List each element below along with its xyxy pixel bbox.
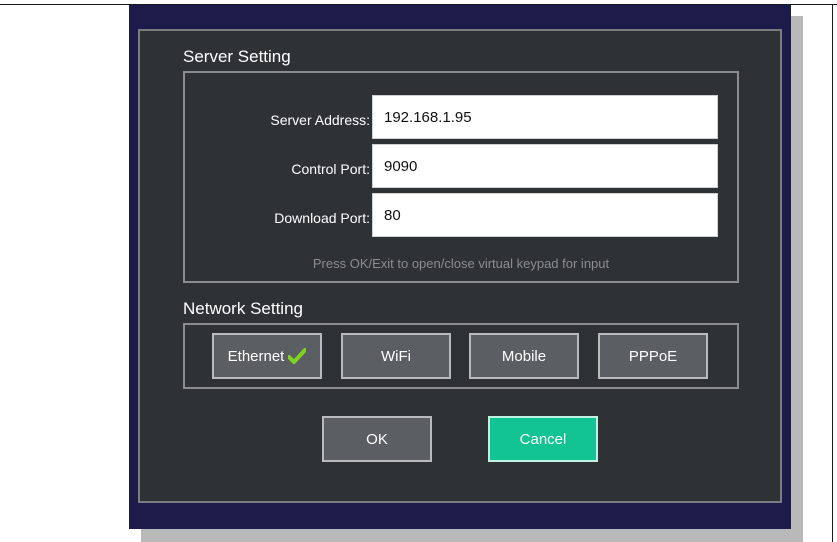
cancel-label: Cancel	[519, 430, 567, 448]
ok-label: OK	[366, 430, 388, 448]
network-setting-title: Network Setting	[183, 299, 303, 318]
pppoe-button[interactable]: PPPoE	[598, 333, 708, 379]
control-port-input[interactable]: 9090	[372, 144, 718, 188]
ok-button[interactable]: OK	[322, 416, 432, 462]
server-address-input[interactable]: 192.168.1.95	[372, 95, 718, 139]
settings-dialog: Server Setting Server Address: 192.168.1…	[129, 5, 791, 529]
right-divider	[832, 4, 833, 542]
settings-panel: Server Setting Server Address: 192.168.1…	[138, 29, 782, 503]
server-setting-title: Server Setting	[183, 47, 291, 66]
keypad-hint: Press OK/Exit to open/close virtual keyp…	[312, 256, 610, 271]
check-icon	[287, 348, 308, 364]
download-port-label: Download Port:	[274, 210, 370, 226]
download-port-input[interactable]: 80	[372, 193, 718, 237]
server-address-label: Server Address:	[270, 112, 370, 128]
control-port-label: Control Port:	[291, 161, 370, 177]
mobile-button[interactable]: Mobile	[469, 333, 579, 379]
wifi-button[interactable]: WiFi	[341, 333, 451, 379]
wifi-label: WiFi	[381, 347, 411, 365]
pppoe-label: PPPoE	[628, 347, 678, 365]
ethernet-button[interactable]: Ethernet	[212, 333, 322, 379]
server-setting-group: Server Address: 192.168.1.95 Control Por…	[183, 71, 739, 283]
cancel-button[interactable]: Cancel	[488, 416, 598, 462]
ethernet-label: Ethernet	[227, 347, 285, 365]
mobile-label: Mobile	[501, 347, 547, 365]
network-setting-group: Ethernet WiFi Mobile PPPoE	[183, 323, 739, 389]
